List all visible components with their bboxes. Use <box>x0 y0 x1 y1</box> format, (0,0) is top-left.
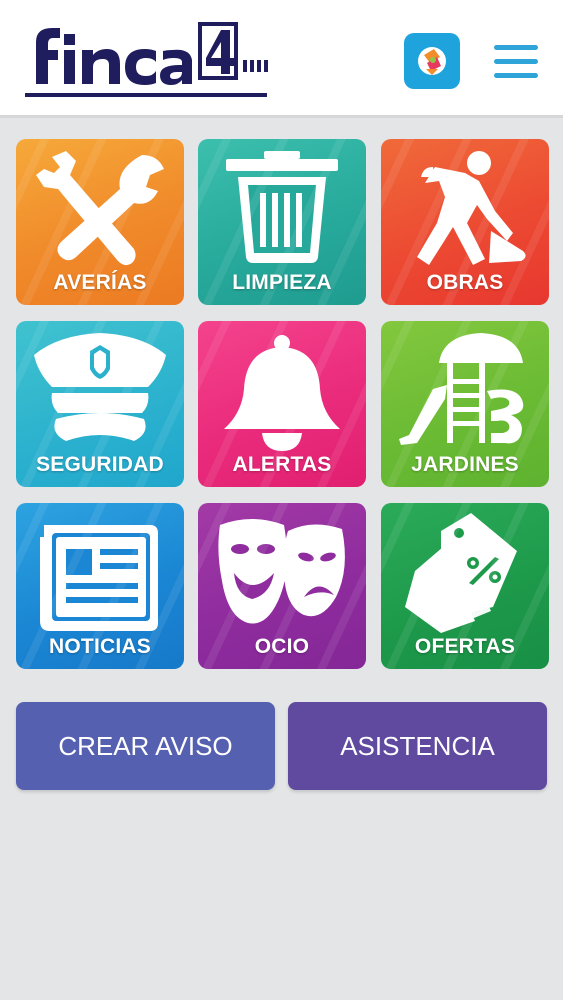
tile-label: OCIO <box>254 635 310 658</box>
app-header <box>0 0 563 118</box>
newspaper-icon <box>40 525 158 631</box>
tile-limpieza[interactable]: LIMPIEZA <box>198 139 366 305</box>
playground-icon <box>399 333 524 445</box>
trash-bin-icon <box>226 151 338 263</box>
tile-jardines[interactable]: JARDINES <box>381 321 549 487</box>
tile-averias[interactable]: AVERÍAS <box>16 139 184 305</box>
discount-tag-app-icon[interactable] <box>404 33 460 89</box>
tile-seguridad[interactable]: SEGURIDAD <box>16 321 184 487</box>
price-tags-icon <box>405 513 517 633</box>
tile-alertas[interactable]: ALERTAS <box>198 321 366 487</box>
tile-label: SEGURIDAD <box>36 453 164 476</box>
finca4-logo[interactable] <box>22 14 272 104</box>
tile-ofertas[interactable]: OFERTAS <box>381 503 549 669</box>
tile-label: NOTICIAS <box>49 635 151 658</box>
tile-label: ALERTAS <box>232 453 332 476</box>
create-notice-button[interactable]: CREAR AVISO <box>16 702 275 790</box>
tile-noticias[interactable]: NOTICIAS <box>16 503 184 669</box>
construction-worker-icon <box>417 151 526 265</box>
tile-ocio[interactable]: OCIO <box>198 503 366 669</box>
tile-label: OBRAS <box>426 271 504 294</box>
tile-obras[interactable]: OBRAS <box>381 139 549 305</box>
theater-masks-icon <box>218 519 345 624</box>
tile-label: LIMPIEZA <box>232 271 332 294</box>
hamburger-menu-icon[interactable] <box>492 45 540 81</box>
bell-icon <box>224 335 340 451</box>
tile-label: OFERTAS <box>414 635 516 658</box>
assistance-button[interactable]: ASISTENCIA <box>288 702 547 790</box>
police-cap-icon <box>34 333 166 441</box>
tile-label: JARDINES <box>411 453 519 476</box>
tile-label: AVERÍAS <box>53 271 147 294</box>
tools-icon <box>36 151 164 266</box>
